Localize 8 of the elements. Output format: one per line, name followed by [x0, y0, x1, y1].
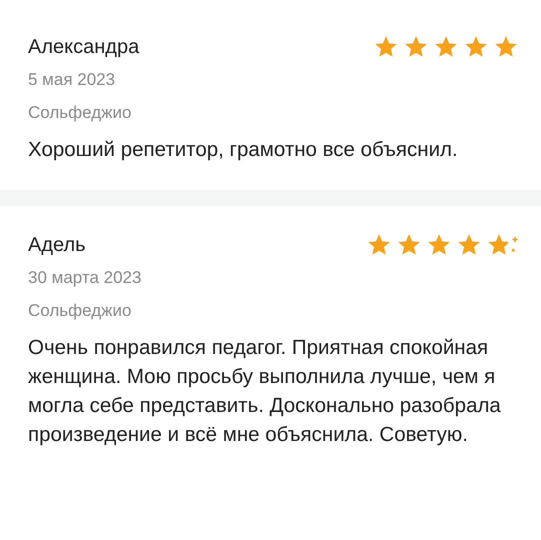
- review-date: 5 мая 2023: [28, 70, 116, 90]
- subject-label: Сольфеджио: [28, 103, 132, 123]
- author-name: Адель: [28, 234, 86, 256]
- review-text: Очень понравился педагог. Приятная спокойная женщина. Мою просьбу выполнила лучше, чем я могла себе представить. Досконально разобрала произведение и всё мне объяснила. Советую.: [28, 335, 502, 448]
- review-text: Хороший репетитор, грамотно все объяснил.: [28, 137, 459, 163]
- review-date: 30 марта 2023: [28, 268, 142, 288]
- subject-label: Сольфеджио: [28, 301, 132, 321]
- author-name: Александра: [28, 36, 140, 58]
